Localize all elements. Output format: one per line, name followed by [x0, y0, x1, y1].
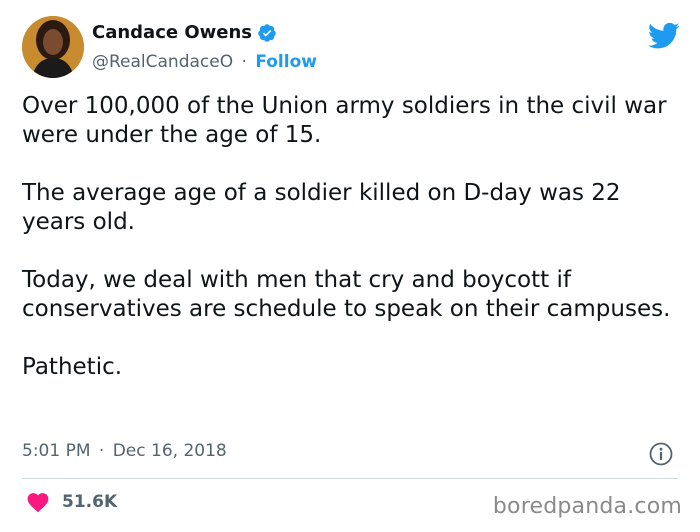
heart-icon[interactable] — [26, 491, 50, 513]
twitter-bird-icon[interactable] — [648, 22, 680, 50]
name-row: Candace Owens — [92, 22, 277, 43]
avatar-image — [22, 16, 84, 78]
tweet-date: Dec 16, 2018 — [112, 441, 227, 461]
like-action[interactable]: 51.6K — [26, 491, 117, 513]
tweet-text: Over 100,000 of the Union army soldiers … — [22, 92, 677, 382]
tweet-timestamp[interactable]: 5:01 PM · Dec 16, 2018 — [22, 441, 227, 461]
tweet-time: 5:01 PM — [22, 441, 91, 461]
tweet-paragraph: Pathetic. — [22, 354, 123, 380]
tweet-header: Candace Owens @RealCandaceO · Follow — [22, 16, 682, 82]
author-handle[interactable]: @RealCandaceO — [92, 52, 233, 72]
divider — [22, 478, 678, 479]
tweet-paragraph: Over 100,000 of the Union army soldiers … — [22, 93, 667, 148]
info-icon[interactable] — [648, 441, 674, 467]
like-count: 51.6K — [62, 492, 118, 512]
verified-badge-icon — [257, 23, 277, 43]
meta-separator: · — [98, 441, 105, 461]
watermark: boredpanda.com — [492, 494, 682, 519]
follow-button[interactable]: Follow — [255, 52, 317, 72]
tweet-paragraph: Today, we deal with men that cry and boy… — [22, 267, 671, 322]
tweet-paragraph: The average age of a soldier killed on D… — [22, 180, 621, 235]
handle-row: @RealCandaceO · Follow — [92, 52, 317, 72]
author-name[interactable]: Candace Owens — [92, 22, 252, 43]
separator-dot: · — [241, 52, 247, 72]
avatar[interactable] — [22, 16, 84, 78]
